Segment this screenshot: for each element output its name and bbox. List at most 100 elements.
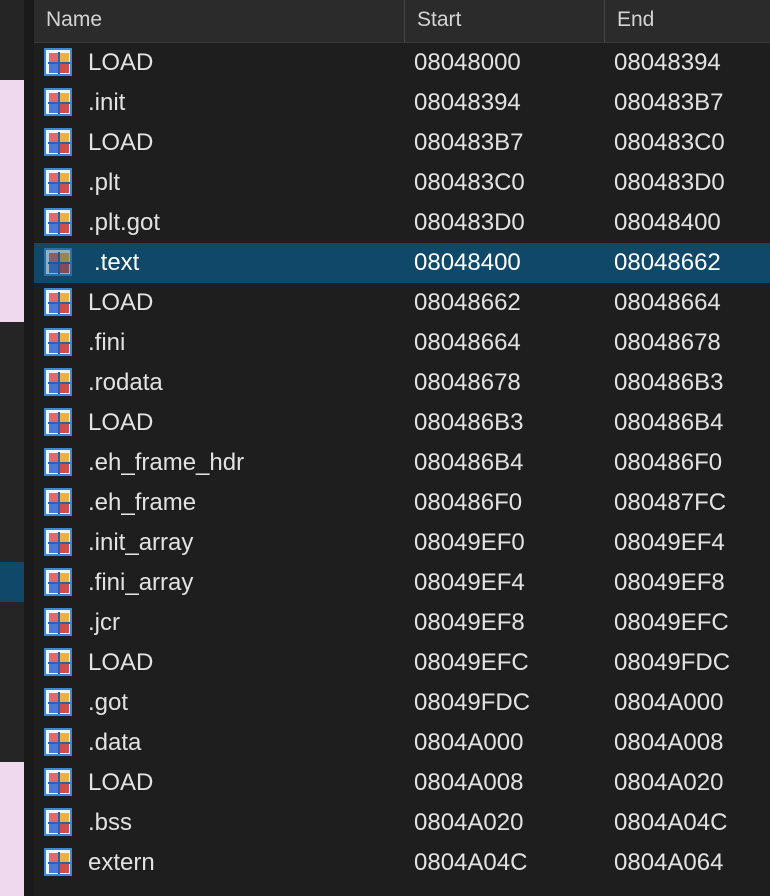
segment-start: 08048394 <box>414 89 521 116</box>
table-row[interactable]: .plt 080483C0 080483D0 <box>34 163 770 203</box>
table-row[interactable]: .data 0804A000 0804A008 <box>34 723 770 763</box>
table-row[interactable]: extern 0804A04C 0804A064 <box>34 843 770 883</box>
segment-start: 080486B3 <box>414 409 524 436</box>
segment-start: 08049EF8 <box>414 609 525 636</box>
table-row[interactable]: LOAD 080483B7 080483C0 <box>34 123 770 163</box>
column-header-name[interactable]: Name <box>34 0 406 42</box>
segment-end: 0804A020 <box>614 769 724 796</box>
segment-name: extern <box>88 849 155 876</box>
segment-start: 080486F0 <box>414 489 523 516</box>
segment-end: 080486F0 <box>614 449 723 476</box>
column-header-start[interactable]: Start <box>404 0 604 42</box>
segment-end: 08049EFC <box>614 609 729 636</box>
segment-start: 08049EF0 <box>414 529 525 556</box>
segment-icon <box>44 688 72 716</box>
segment-end: 08048678 <box>614 329 721 356</box>
segment-start: 080483B7 <box>414 129 524 156</box>
segment-icon <box>44 848 72 876</box>
segment-end: 08048662 <box>614 249 721 276</box>
segment-icon <box>44 128 72 156</box>
segments-table-body: LOAD 08048000 08048394 .init 08048394 080483B… <box>34 43 770 883</box>
segment-name: LOAD <box>88 409 154 436</box>
table-row[interactable]: LOAD 08049EFC 08049FDC <box>34 643 770 683</box>
segment-end: 08048400 <box>614 209 721 236</box>
segment-name: .bss <box>88 809 133 836</box>
table-row[interactable]: .rodata 08048678 080486B3 <box>34 363 770 403</box>
segment-name: LOAD <box>88 49 154 76</box>
table-row[interactable]: .fini_array 08049EF4 08049EF8 <box>34 563 770 603</box>
segment-icon <box>44 368 72 396</box>
table-row[interactable]: LOAD 0804A008 0804A020 <box>34 763 770 803</box>
table-row[interactable]: .eh_frame 080486F0 080487FC <box>34 483 770 523</box>
segment-name: .init_array <box>88 529 194 556</box>
segment-start: 0804A000 <box>414 729 524 756</box>
segment-icon <box>44 648 72 676</box>
segment-end: 08049FDC <box>614 649 731 676</box>
segment-icon <box>44 568 72 596</box>
segment-icon <box>44 48 72 76</box>
segment-name: .plt.got <box>88 209 161 236</box>
segment-icon <box>44 528 72 556</box>
table-row[interactable]: .init_array 08049EF0 08049EF4 <box>34 523 770 563</box>
segment-name: .plt <box>88 169 121 196</box>
segment-start: 0804A020 <box>414 809 524 836</box>
segment-icon <box>44 608 72 636</box>
segment-start: 08049EFC <box>414 649 529 676</box>
table-row[interactable]: .init 08048394 080483B7 <box>34 83 770 123</box>
table-row[interactable]: LOAD 08048000 08048394 <box>34 43 770 83</box>
segment-start: 080486B4 <box>414 449 524 476</box>
segment-start: 08048664 <box>414 329 521 356</box>
column-header-end[interactable]: End <box>604 0 770 42</box>
segment-icon <box>44 768 72 796</box>
segment-name: .data <box>88 729 142 756</box>
segment-name: .jcr <box>88 609 120 636</box>
adjacent-pane-highlight <box>0 80 24 322</box>
segment-end: 0804A000 <box>614 689 724 716</box>
adjacent-pane-strip <box>0 0 24 896</box>
table-row[interactable]: .bss 0804A020 0804A04C <box>34 803 770 843</box>
segment-name: .rodata <box>88 369 163 396</box>
table-row[interactable]: .text 08048400 08048662 <box>34 243 770 283</box>
table-row[interactable]: .jcr 08049EF8 08049EFC <box>34 603 770 643</box>
segment-icon <box>44 168 72 196</box>
segment-end: 08049EF4 <box>614 529 725 556</box>
pane-divider[interactable] <box>24 0 34 896</box>
table-row[interactable]: LOAD 08048662 08048664 <box>34 283 770 323</box>
segment-icon <box>44 488 72 516</box>
segment-start: 08048678 <box>414 369 521 396</box>
segment-end: 080483D0 <box>614 169 725 196</box>
segment-start: 08049EF4 <box>414 569 525 596</box>
segment-icon <box>44 448 72 476</box>
segment-icon <box>44 808 72 836</box>
segments-window: Name Start End LOAD 08048000 08048394 .init… <box>0 0 770 896</box>
segment-name: .fini <box>88 329 126 356</box>
table-header: Name Start End <box>34 0 770 43</box>
adjacent-pane-highlight <box>0 762 24 896</box>
segment-name: .eh_frame_hdr <box>88 449 245 476</box>
segment-name: LOAD <box>88 129 154 156</box>
table-row[interactable]: .eh_frame_hdr 080486B4 080486F0 <box>34 443 770 483</box>
segment-name: LOAD <box>88 289 154 316</box>
segment-name: .eh_frame <box>88 489 197 516</box>
segment-start: 08048662 <box>414 289 521 316</box>
segment-icon <box>44 728 72 756</box>
segment-end: 080487FC <box>614 489 727 516</box>
table-row[interactable]: .fini 08048664 08048678 <box>34 323 770 363</box>
segment-start: 080483C0 <box>414 169 525 196</box>
segment-icon <box>44 88 72 116</box>
segment-end: 080483C0 <box>614 129 725 156</box>
segment-start: 0804A04C <box>414 849 528 876</box>
segment-start: 0804A008 <box>414 769 524 796</box>
segment-start: 08048400 <box>414 249 521 276</box>
table-row[interactable]: .plt.got 080483D0 08048400 <box>34 203 770 243</box>
adjacent-pane-selection[interactable] <box>0 562 24 602</box>
segment-start: 08048000 <box>414 49 521 76</box>
table-row[interactable]: .got 08049FDC 0804A000 <box>34 683 770 723</box>
segment-end: 0804A008 <box>614 729 724 756</box>
segment-name: .got <box>88 689 129 716</box>
segment-icon <box>44 288 72 316</box>
segment-end: 08049EF8 <box>614 569 725 596</box>
segment-start: 080483D0 <box>414 209 525 236</box>
segment-start: 08049FDC <box>414 689 531 716</box>
table-row[interactable]: LOAD 080486B3 080486B4 <box>34 403 770 443</box>
